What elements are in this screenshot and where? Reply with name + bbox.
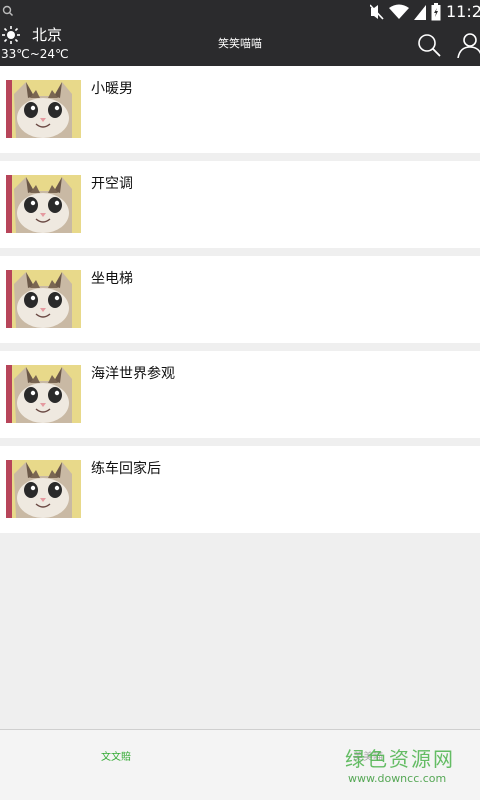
signal-icon <box>414 5 426 20</box>
watermark-title: 绿色资源网 <box>345 747 455 771</box>
battery-icon <box>431 3 441 21</box>
list-item[interactable]: 练车回家后 <box>0 446 480 533</box>
watermark-logo: 绿色资源网 www.downcc.com <box>345 746 465 792</box>
list-item-title: 开空调 <box>91 176 133 192</box>
status-search-icon <box>2 5 14 17</box>
list-item-title: 练车回家后 <box>91 461 161 477</box>
wifi-icon <box>389 4 409 19</box>
search-icon[interactable] <box>416 32 442 58</box>
user-icon[interactable] <box>456 32 480 58</box>
top-bar: 11:20 北京 33℃~24℃ 笑笑喵喵 <box>0 0 480 66</box>
cat-thumbnail <box>6 460 81 518</box>
post-list: 小暖男开空调坐电梯海洋世界参观 练车回家后 <box>0 66 480 541</box>
list-item[interactable]: 海洋世界参观 <box>0 351 480 438</box>
app-title: 笑笑喵喵 <box>218 37 262 50</box>
cat-thumbnail <box>6 80 81 138</box>
list-item[interactable]: 小暖男 <box>0 66 480 153</box>
status-bar: 11:20 <box>0 0 480 24</box>
cat-thumbnail <box>6 365 81 423</box>
mute-icon <box>370 4 384 20</box>
bottom-nav: 文文賠 美美喵 绿色资源网 www.downcc.com <box>0 729 480 800</box>
status-icons: 11:20 <box>370 0 480 24</box>
cat-thumbnail <box>6 175 81 233</box>
watermark-url: www.downcc.com <box>348 772 447 785</box>
list-item-title: 坐电梯 <box>91 271 133 287</box>
status-time: 11:20 <box>446 2 480 21</box>
list-item-title: 海洋世界参观 <box>91 366 175 382</box>
list-item[interactable]: 坐电梯 <box>0 256 480 343</box>
cat-thumbnail <box>6 270 81 328</box>
list-item-title: 小暖男 <box>91 81 133 97</box>
list-item[interactable]: 开空调 <box>0 161 480 248</box>
tab-wenwen[interactable]: 文文賠 <box>60 730 172 786</box>
app-screen: 11:20 北京 33℃~24℃ 笑笑喵喵 <box>0 0 480 800</box>
